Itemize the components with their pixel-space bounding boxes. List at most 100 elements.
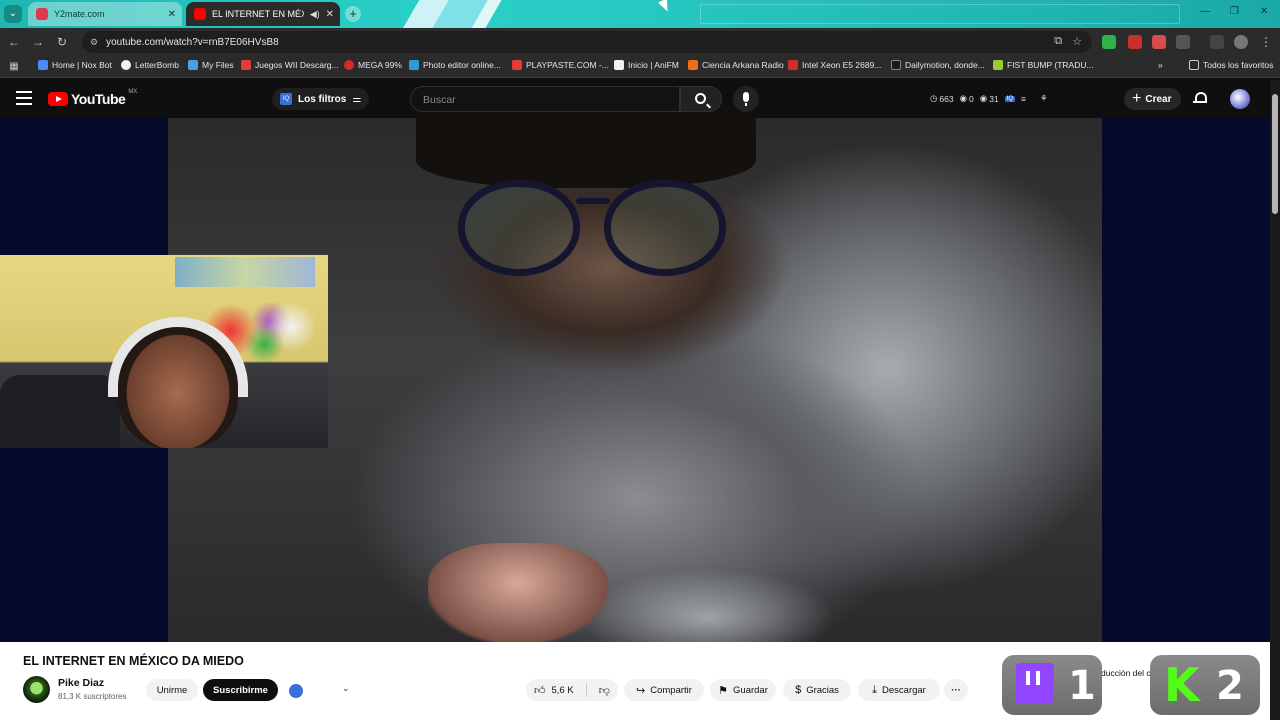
bookmark-icon bbox=[788, 60, 798, 70]
glasses-bridge bbox=[576, 198, 610, 204]
download-button[interactable]: ⤓ Descargar bbox=[858, 679, 940, 701]
close-window-icon[interactable]: ✕ bbox=[1260, 6, 1268, 17]
address-bar[interactable]: ⚙ youtube.com/watch?v=rnB7E06HVsB8 ⧉ ☆ bbox=[82, 31, 1092, 53]
create-button[interactable]: + Crear bbox=[1124, 88, 1182, 110]
like-dislike-bar: 👍︎ 5,6 K 👎︎ bbox=[526, 679, 618, 701]
bookmark-my-files[interactable]: My Files bbox=[188, 60, 234, 70]
reload-icon[interactable]: ↻ bbox=[54, 34, 70, 50]
bookmark-ciencia-arkana[interactable]: Ciencia Arkana Radio bbox=[688, 60, 784, 70]
close-tab-icon[interactable]: ✕ bbox=[168, 9, 176, 20]
extensions-puzzle-icon[interactable] bbox=[1176, 35, 1190, 49]
save-button[interactable]: ⚑ Guardar bbox=[710, 679, 776, 701]
all-bookmarks-folder[interactable]: Todos los favoritos bbox=[1189, 60, 1273, 70]
bookmark-playpaste[interactable]: PLAYPASTE.COM -... bbox=[512, 60, 609, 70]
join-button[interactable]: Unirme bbox=[146, 679, 198, 701]
search-button[interactable] bbox=[680, 86, 722, 112]
bookmark-fist-bump[interactable]: FIST BUMP (TRADU... bbox=[993, 60, 1094, 70]
more-actions-button[interactable]: ··· bbox=[944, 679, 968, 701]
site-info-icon[interactable]: ⚙ bbox=[90, 37, 98, 48]
browser-toolbar: ← → ↻ ⚙ youtube.com/watch?v=rnB7E06HVsB8… bbox=[0, 28, 1280, 56]
video-player[interactable] bbox=[0, 118, 1270, 643]
bookmark-label: Ciencia Arkana Radio bbox=[702, 60, 784, 70]
country-code: MX bbox=[128, 89, 138, 95]
forward-icon[interactable]: → bbox=[30, 34, 46, 50]
bookmark-letterbomb[interactable]: LetterBomb bbox=[121, 60, 179, 70]
voice-search-mic-icon[interactable] bbox=[733, 86, 759, 112]
search-placeholder: Buscar bbox=[423, 94, 456, 106]
bookmark-mega[interactable]: MEGA 99% bbox=[344, 60, 402, 70]
extension-red-icon[interactable] bbox=[1128, 35, 1142, 49]
minimize-icon[interactable]: — bbox=[1200, 6, 1210, 17]
bookmark-label: Juegos WII Descarg... bbox=[255, 60, 339, 70]
speaker-icon[interactable]: ◀) bbox=[310, 9, 320, 20]
more-bookmarks-icon[interactable]: » bbox=[1158, 60, 1163, 70]
bookmark-intel-xeon[interactable]: Intel Xeon E5 2689... bbox=[788, 60, 881, 70]
sliders-icon: ⚌ bbox=[352, 93, 362, 105]
bookmark-icon bbox=[614, 60, 624, 70]
ribbon-icon[interactable]: ⚘ bbox=[1040, 93, 1048, 104]
chevron-down-icon[interactable]: ⌄ bbox=[342, 683, 350, 694]
filters-button[interactable]: IQ Los filtros ⚌ bbox=[272, 88, 370, 110]
bookmark-icon bbox=[38, 60, 48, 70]
install-app-icon[interactable]: ⧉ bbox=[1054, 35, 1062, 48]
kick-overlay-badge: K 2 bbox=[1150, 655, 1260, 715]
new-tab-button[interactable]: + bbox=[345, 6, 361, 22]
tab-search-icon[interactable]: ⌄ bbox=[4, 5, 22, 23]
profile-icon[interactable] bbox=[1234, 35, 1248, 49]
mouse-cursor-icon bbox=[657, 0, 673, 14]
dislike-icon[interactable]: 👎︎ bbox=[599, 684, 610, 697]
bookmark-label: Intel Xeon E5 2689... bbox=[802, 60, 882, 70]
apps-grid-icon[interactable]: ▦ bbox=[6, 59, 22, 75]
close-tab-icon[interactable]: ✕ bbox=[326, 9, 334, 20]
youtube-favicon-icon bbox=[194, 8, 206, 20]
y2mate-favicon-icon bbox=[36, 8, 48, 20]
save-label: Guardar bbox=[733, 684, 768, 696]
share-button[interactable]: ↪ Compartir bbox=[624, 679, 704, 701]
video-subject-glasses bbox=[458, 180, 728, 280]
maximize-icon[interactable]: ❐ bbox=[1230, 6, 1239, 17]
extension-adblock-icon[interactable] bbox=[1152, 35, 1166, 49]
subscribe-button[interactable]: Suscribirme bbox=[203, 679, 278, 701]
bookmark-nox-bot[interactable]: Home | Nox Bot bbox=[38, 60, 112, 70]
twitch-overlay-badge: 1 bbox=[1002, 655, 1102, 715]
notifications-bell-icon[interactable] bbox=[1193, 91, 1207, 105]
bookmark-dailymotion[interactable]: Dailymotion, donde... bbox=[891, 60, 985, 70]
youtube-logo[interactable]: YouTube MX bbox=[48, 89, 138, 107]
eye-icon: ◉ bbox=[959, 93, 968, 103]
like-icon[interactable]: 👍︎ bbox=[534, 684, 546, 697]
tab-youtube-video[interactable]: EL INTERNET EN MÉXICO D ◀) ✕ bbox=[186, 2, 340, 26]
share-icon: ↪ bbox=[636, 684, 646, 697]
bookmark-photo-editor[interactable]: Photo editor online... bbox=[409, 60, 501, 70]
channel-name[interactable]: Pike Diaz bbox=[58, 677, 104, 689]
twitch-number: 1 bbox=[1068, 663, 1096, 709]
stat-a: ◉ 0 bbox=[960, 93, 974, 104]
extension-badge-icon[interactable]: IQ bbox=[1004, 95, 1015, 102]
create-label: Crear bbox=[1145, 93, 1172, 105]
bookmark-label: LetterBomb bbox=[135, 60, 179, 70]
media-controls-icon[interactable] bbox=[1210, 35, 1224, 49]
bookmark-anifm[interactable]: Inicio | AniFM bbox=[614, 60, 679, 70]
stat-b-count: 31 bbox=[989, 93, 999, 104]
tab-y2mate[interactable]: Y2mate.com ✕ bbox=[28, 2, 182, 26]
scrollbar-thumb[interactable] bbox=[1272, 94, 1278, 214]
bookmark-icon bbox=[891, 60, 901, 70]
back-icon[interactable]: ← bbox=[6, 34, 22, 50]
bookmark-label: FIST BUMP (TRADU... bbox=[1007, 60, 1094, 70]
list-icon[interactable]: ≡ bbox=[1021, 94, 1026, 104]
thanks-button[interactable]: $ Gracias bbox=[783, 679, 851, 701]
extension-circle-icon[interactable] bbox=[289, 684, 303, 698]
channel-avatar[interactable] bbox=[23, 676, 50, 703]
menu-kebab-icon[interactable]: ⋮ bbox=[1258, 34, 1274, 50]
bookmark-label: PLAYPASTE.COM -... bbox=[526, 60, 609, 70]
page-scrollbar[interactable] bbox=[1270, 80, 1280, 720]
bookmark-juegos-wii[interactable]: Juegos WII Descarg... bbox=[241, 60, 339, 70]
hamburger-menu-icon[interactable] bbox=[16, 91, 32, 105]
search-input[interactable]: Buscar bbox=[410, 86, 680, 112]
like-count[interactable]: 5,6 K bbox=[552, 685, 574, 696]
all-bookmarks-label: Todos los favoritos bbox=[1203, 60, 1274, 70]
account-avatar[interactable] bbox=[1230, 89, 1250, 109]
bookmark-star-icon[interactable]: ☆ bbox=[1072, 35, 1082, 48]
bookmark-icon bbox=[188, 60, 198, 70]
extension-green-icon[interactable] bbox=[1102, 35, 1116, 49]
youtube-play-icon bbox=[48, 92, 68, 106]
